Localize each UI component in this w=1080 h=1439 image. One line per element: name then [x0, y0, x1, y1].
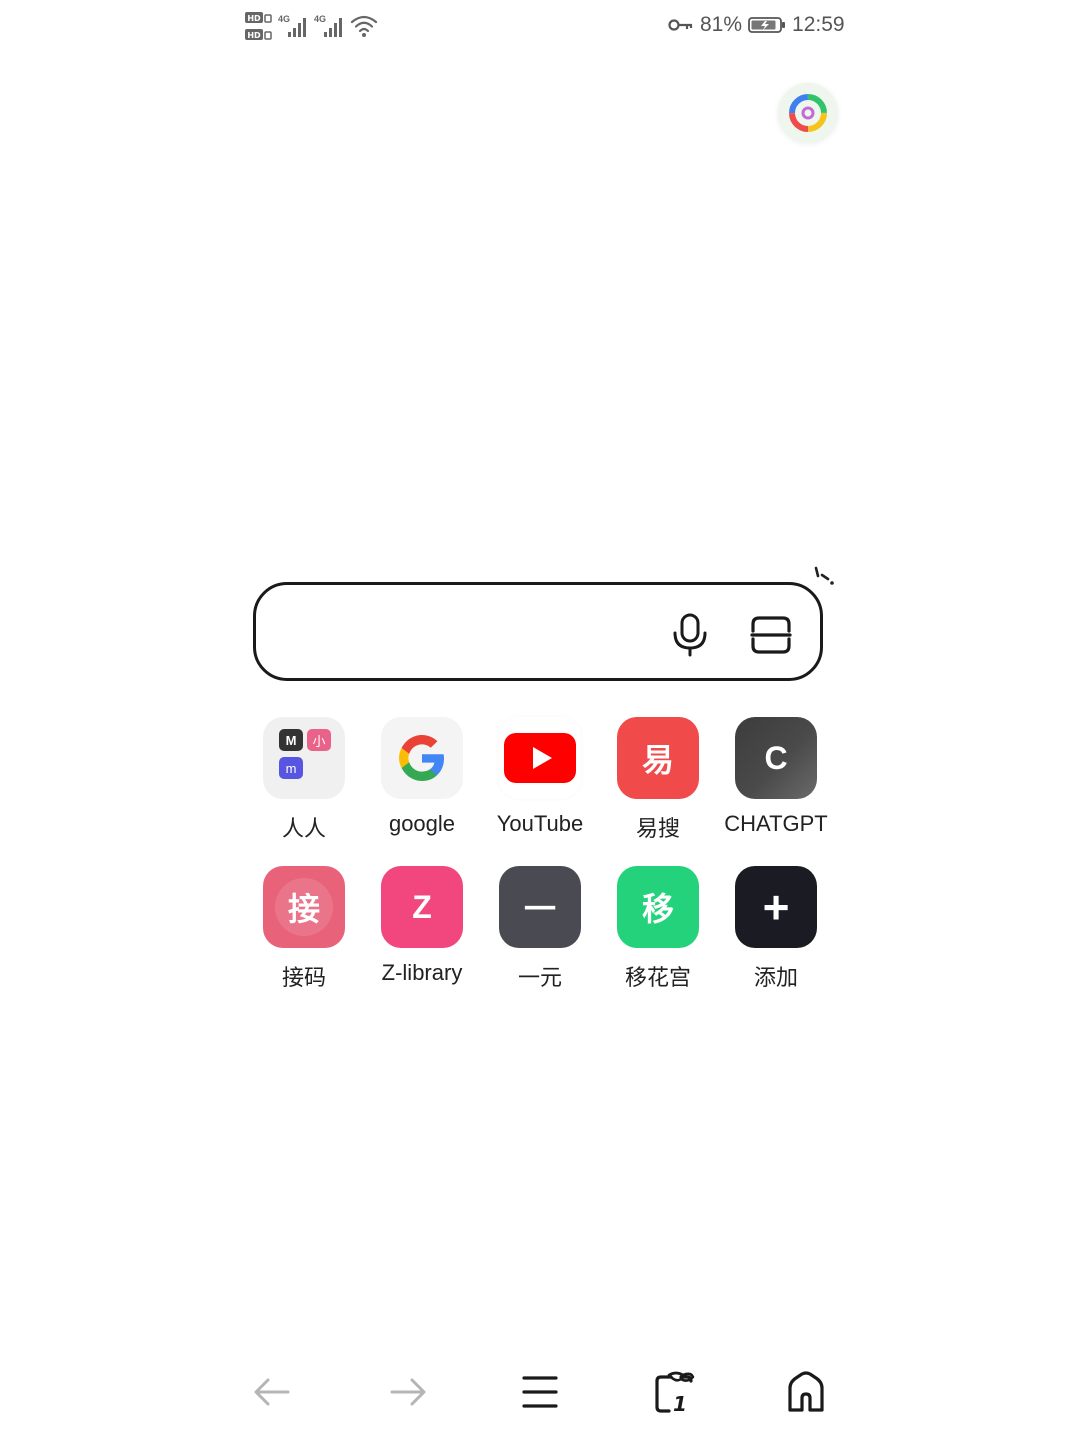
clock: 12:59: [792, 13, 845, 36]
yihuagong-glyph: 移: [641, 891, 674, 927]
menu-icon: [522, 1376, 558, 1408]
home-icon: [788, 1371, 824, 1412]
status-bar: HD HD 4G 4G 81% 12:59: [0, 0, 1080, 50]
shortcut-yihuagong[interactable]: 移 移花宫: [598, 866, 718, 1001]
shortcut-google[interactable]: google: [362, 717, 482, 852]
yisou-glyph: 易: [641, 742, 674, 778]
shortcut-jiema[interactable]: 接 接码: [244, 866, 364, 1001]
shortcut-yisou[interactable]: 易 易搜: [598, 717, 718, 852]
renren-m-lower-badge: m: [279, 757, 303, 779]
jiema-glyph: 接: [287, 891, 320, 927]
key-icon: [668, 19, 693, 31]
hd-sim-icon: HD HD: [245, 12, 272, 40]
yisou-tile[interactable]: 易: [617, 717, 699, 799]
shortcut-chatgpt[interactable]: C CHATGPT: [716, 717, 836, 852]
colorful-swirl-icon: [789, 94, 827, 132]
youtube-logo-icon: [504, 733, 576, 783]
scan-icon[interactable]: [750, 615, 792, 655]
browser-home-page: HD HD 4G 4G 81% 12:59 M 小 m 人人 google Yo…: [0, 0, 1080, 1439]
shortcut-youtube[interactable]: YouTube: [480, 717, 600, 852]
chatgpt-glyph: C: [764, 739, 788, 776]
status-left: HD HD 4G 4G: [244, 8, 378, 44]
microphone-icon[interactable]: [670, 613, 710, 657]
forward-button[interactable]: [384, 1368, 432, 1416]
signal-2-icon: 4G: [314, 12, 346, 40]
tabs-count: 1: [673, 1392, 687, 1415]
shortcut-yiyuan[interactable]: 一 一元: [480, 866, 600, 1001]
tabs-icon: 1: [655, 1371, 695, 1415]
svg-text:HD: HD: [247, 14, 261, 23]
assistant-orb-button[interactable]: [778, 83, 838, 143]
chatgpt-tile[interactable]: C: [735, 717, 817, 799]
wifi-icon: [350, 15, 378, 37]
google-logo-icon: [399, 735, 444, 781]
search-box[interactable]: [253, 582, 823, 681]
home-button[interactable]: [782, 1368, 830, 1416]
google-tile[interactable]: [381, 717, 463, 799]
search-input[interactable]: [286, 605, 670, 663]
plus-icon: +: [762, 881, 790, 933]
yihuagong-tile[interactable]: 移: [617, 866, 699, 948]
renren-tile[interactable]: M 小 m: [263, 717, 345, 799]
sparkle-icon: [814, 566, 834, 585]
shortcut-zlibrary[interactable]: Z Z-library: [362, 866, 482, 1001]
battery-percent: 81%: [700, 13, 743, 36]
renren-m-badge: M: [279, 729, 303, 751]
renren-xiao-badge: 小: [307, 729, 331, 751]
status-right: 81% 12:59: [668, 10, 845, 40]
jiema-tile[interactable]: 接: [263, 866, 345, 948]
menu-button[interactable]: [516, 1368, 564, 1416]
shortcut-add[interactable]: + 添加: [716, 866, 836, 1001]
youtube-tile[interactable]: [499, 717, 581, 799]
svg-text:HD: HD: [247, 31, 261, 40]
arrow-left-icon: [254, 1378, 290, 1406]
tabs-button[interactable]: 1: [650, 1368, 698, 1416]
zlibrary-glyph: Z: [412, 888, 432, 925]
zlibrary-tile[interactable]: Z: [381, 866, 463, 948]
battery-icon: [748, 17, 786, 33]
shortcut-label: CHATGPT: [724, 811, 828, 836]
add-tile[interactable]: +: [735, 866, 817, 948]
arrow-right-icon: [390, 1378, 426, 1406]
signal-1-icon: 4G: [278, 12, 310, 40]
shortcut-label: 添加: [753, 965, 798, 990]
yiyuan-glyph: 一: [523, 891, 556, 927]
yiyuan-tile[interactable]: 一: [499, 866, 581, 948]
shortcut-renren[interactable]: M 小 m 人人: [244, 717, 364, 852]
back-button[interactable]: [248, 1368, 296, 1416]
